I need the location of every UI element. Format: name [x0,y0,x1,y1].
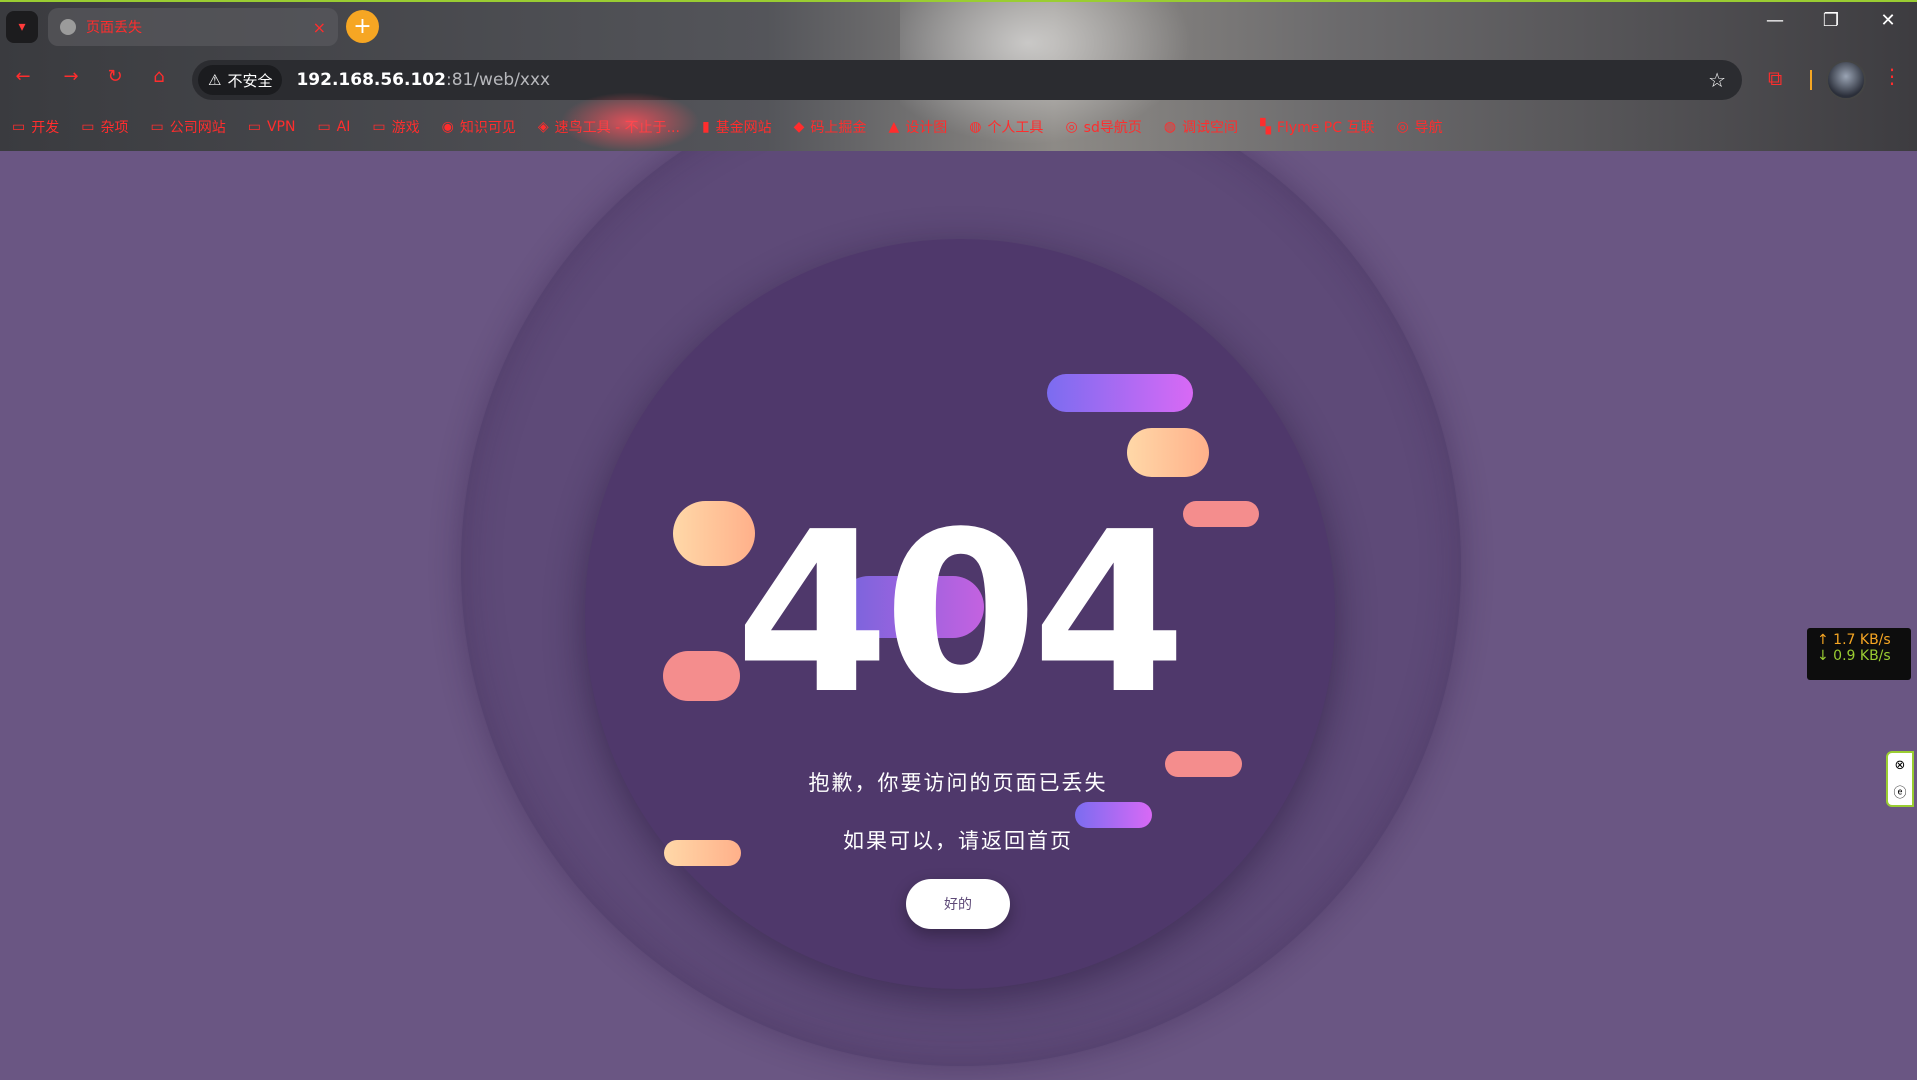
home-button[interactable]: ⌂ [146,66,172,87]
browser-chrome: ▾ 页面丢失 × + — ❐ ✕ ← → ↻ ⌂ ⚠ 不安全 192.168.5… [0,0,1917,151]
folder-icon: ▭ [81,119,95,135]
bookmark-label: 公司网站 [169,120,226,136]
bookmark-item[interactable]: ▭ VPN [248,119,296,135]
close-circle-icon[interactable]: ⊗ [1895,758,1906,773]
bookmark-item[interactable]: ▭ AI [317,119,350,135]
decor-pill [1127,428,1209,477]
address-bar[interactable]: ⚠ 不安全 192.168.56.102 :81/web/xxx ☆ [192,60,1742,100]
decor-pill [1047,374,1193,412]
tab-search-button[interactable]: ▾ [6,11,38,43]
bookmark-item[interactable]: ◍ 个人工具 [969,117,1043,137]
upload-speed: ↑ 1.7 KB/s [1817,632,1891,648]
swirl-icon: ◎ [1396,119,1409,135]
tab-title: 页面丢失 [86,20,142,36]
swirl-icon: ◎ [1065,119,1078,135]
bookmark-item[interactable]: ▭ 公司网站 [150,117,225,137]
edge-icon[interactable]: ⓔ [1893,782,1906,801]
globe-icon: ◍ [1163,119,1177,135]
bookmark-item[interactable]: ◎ 导航 [1396,117,1442,137]
restore-button[interactable]: ❐ [1811,10,1851,31]
cube-icon: ◈ [537,119,549,135]
bookmark-label: Flyme PC 互联 [1276,120,1375,136]
bookmark-label: 导航 [1414,120,1443,136]
bookmark-label: 知识可见 [459,120,516,136]
decor-pill [663,651,740,701]
security-chip[interactable]: ⚠ 不安全 [198,65,283,95]
bookmark-label: VPN [266,119,296,135]
ok-button[interactable]: 好的 [906,879,1010,929]
profile-avatar[interactable] [1826,60,1866,100]
folder-icon: ▭ [317,119,331,135]
bookmark-item[interactable]: ▭ 游戏 [372,117,419,137]
bookmarks-bar: ▭ 开发 ▭ 杂项 ▭ 公司网站 ▭ VPN ▭ AI ▭ 游戏 ◉ 知识可见 ◈ 速鸟工具 - 不止于...… [0,110,1917,144]
close-window-button[interactable]: ✕ [1868,10,1908,31]
extensions-icon[interactable]: ⧉ [1768,66,1782,90]
tab-strip: ▾ 页面丢失 × + — ❐ ✕ [0,2,1917,52]
active-tab[interactable]: 页面丢失 × [48,8,338,46]
folder-icon: ▭ [372,119,386,135]
back-button[interactable]: ← [10,66,36,87]
juejin-icon: ◆ [793,119,805,135]
reload-button[interactable]: ↻ [102,66,128,87]
network-speed-widget: ↑ 1.7 KB/s ↓ 0.9 KB/s [1807,628,1911,680]
page-content: 404 抱歉，你要访问的页面已丢失 如果可以，请返回首页 好的 ↑ 1.7 KB… [0,151,1917,1080]
download-speed: ↓ 0.9 KB/s [1817,648,1891,664]
more-menu-icon[interactable]: ⋮ [1882,64,1902,88]
bookmark-item[interactable]: ▭ 杂项 [81,117,128,137]
bookmark-item[interactable]: ◈ 速鸟工具 - 不止于... [538,117,680,137]
bookmark-item[interactable]: ◆ 码上掘金 [794,117,867,137]
fund-icon: ▮ [701,119,710,135]
folder-icon: ▭ [247,119,261,135]
toolbar-divider [1810,70,1812,90]
error-message: 抱歉，你要访问的页面已丢失 [808,771,1108,795]
bookmark-item[interactable]: ◍ 调试空间 [1164,117,1238,137]
bookmark-label: AI [336,119,351,135]
bookmark-label: 速鸟工具 - 不止于... [554,120,680,136]
security-label: 不安全 [227,71,273,90]
close-tab-icon[interactable]: × [313,18,326,37]
bookmark-label: 游戏 [391,120,420,136]
bookmark-item[interactable]: ◉ 知识可见 [442,117,516,137]
url-host: 192.168.56.102 [296,70,446,90]
error-hint: 如果可以，请返回首页 [843,829,1073,853]
zhishi-icon: ◉ [441,119,454,135]
bookmark-label: 个人工具 [987,120,1044,136]
flyme-icon: ▚ [1260,119,1271,135]
new-tab-button[interactable]: + [346,10,379,43]
design-icon: ▲ [888,119,900,135]
bookmark-star-icon[interactable]: ☆ [1708,68,1726,92]
bookmark-item[interactable]: ◎ sd导航页 [1065,117,1141,137]
url-path: :81/web/xxx [445,70,551,90]
error-code: 404 [735,485,1186,743]
bookmark-item[interactable]: ▮ 基金网站 [702,117,772,137]
side-tool-widget[interactable]: ⊗ ⓔ [1886,751,1914,807]
globe-icon: ◍ [969,119,982,135]
bookmark-label: 调试空间 [1182,120,1239,136]
toolbar: ← → ↻ ⌂ ⚠ 不安全 192.168.56.102 :81/web/xxx… [0,58,1917,102]
bookmark-label: sd导航页 [1083,120,1142,136]
decor-pill [1183,501,1259,527]
forward-button[interactable]: → [58,66,84,87]
warning-icon: ⚠ [208,71,222,89]
bookmark-item[interactable]: ▲ 设计图 [888,117,947,137]
bookmark-label: 码上掘金 [810,120,867,136]
bookmark-label: 开发 [31,120,60,136]
bookmark-item[interactable]: ▭ 开发 [12,117,59,137]
bookmark-label: 杂项 [100,120,129,136]
globe-icon [60,19,76,35]
folder-icon: ▭ [12,119,26,135]
minimize-button[interactable]: — [1755,10,1795,31]
bookmark-item[interactable]: ▚ Flyme PC 互联 [1260,117,1374,137]
bookmark-label: 设计图 [905,120,948,136]
folder-icon: ▭ [150,119,164,135]
bookmark-label: 基金网站 [715,120,772,136]
